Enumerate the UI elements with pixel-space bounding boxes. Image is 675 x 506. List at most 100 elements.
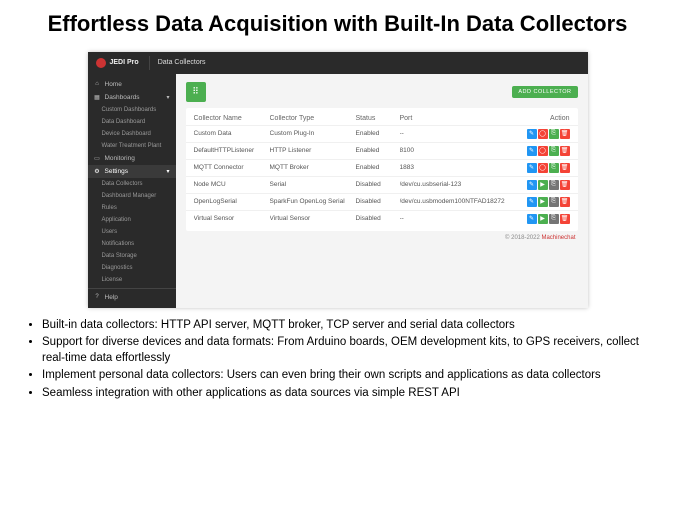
sidebar-item-data-collectors[interactable]: Data Collectors xyxy=(88,178,176,190)
sidebar-item-data-storage[interactable]: Data Storage xyxy=(88,250,176,262)
monitor-icon: ▭ xyxy=(94,155,101,162)
col-type-header: Collector Type xyxy=(270,115,356,122)
link-icon[interactable]: ⎘ xyxy=(549,129,559,139)
edit-icon[interactable]: ✎ xyxy=(527,180,537,190)
link-icon[interactable]: ⎘ xyxy=(549,214,559,224)
sidebar-item-rules[interactable]: Rules xyxy=(88,202,176,214)
help-icon: ? xyxy=(94,294,101,301)
nav-label: Custom Dashboards xyxy=(102,107,157,113)
stop-icon[interactable]: ◯ xyxy=(538,146,548,156)
sidebar-item-dashboards[interactable]: ▦Dashboards▾ xyxy=(88,91,176,104)
table-header: Collector Name Collector Type Status Por… xyxy=(186,112,578,125)
page-title: Data Collectors xyxy=(158,59,206,66)
cell-port: /dev/cu.usbmodem100NTFAD18272 xyxy=(400,198,506,205)
trash-icon[interactable]: 🗑 xyxy=(560,146,570,156)
bullet-item: Built-in data collectors: HTTP API serve… xyxy=(42,318,649,334)
trash-icon[interactable]: 🗑 xyxy=(560,163,570,173)
bullet-item: Support for diverse devices and data for… xyxy=(42,335,649,366)
table-row: OpenLogSerialSparkFun OpenLog SerialDisa… xyxy=(186,193,578,210)
sidebar-item-monitoring[interactable]: ▭ Monitoring xyxy=(88,152,176,165)
col-action-header: Action xyxy=(506,115,570,122)
cell-type: SparkFun OpenLog Serial xyxy=(270,198,356,205)
trash-icon[interactable]: 🗑 xyxy=(560,129,570,139)
nav-label: Device Dashboard xyxy=(102,131,151,137)
col-name-header: Collector Name xyxy=(194,115,270,122)
cell-port: 8100 xyxy=(400,147,506,154)
app-footer: © 2018-2022 Machinechat xyxy=(186,231,578,243)
sidebar-item-home[interactable]: ⌂Home xyxy=(88,78,176,91)
edit-icon[interactable]: ✎ xyxy=(527,129,537,139)
sidebar-item-water-treatment[interactable]: Water Treatment Plant xyxy=(88,140,176,152)
nav-label: Notifications xyxy=(102,241,135,247)
bullet-item: Implement personal data collectors: User… xyxy=(42,368,649,384)
nav-label: Dashboard Manager xyxy=(102,193,157,199)
chevron-down-icon: ▾ xyxy=(166,94,169,101)
gear-icon: ⚙ xyxy=(94,168,101,175)
nav-label: Data Dashboard xyxy=(102,119,146,125)
col-status-header: Status xyxy=(356,115,400,122)
cell-status: Disabled xyxy=(356,198,400,205)
trash-icon[interactable]: 🗑 xyxy=(560,180,570,190)
copyright: © 2018-2022 xyxy=(505,235,541,241)
nav-label: Settings xyxy=(105,168,129,175)
cell-name: Custom Data xyxy=(194,130,270,137)
sidebar-item-device-dashboard[interactable]: Device Dashboard xyxy=(88,128,176,140)
edit-icon[interactable]: ✎ xyxy=(527,214,537,224)
play-icon[interactable]: ▶ xyxy=(538,197,548,207)
sidebar-divider xyxy=(88,288,176,289)
sidebar-item-notifications[interactable]: Notifications xyxy=(88,238,176,250)
dashboard-icon: ▦ xyxy=(94,94,101,101)
content-header: ⠿ ADD COLLECTOR xyxy=(186,82,578,102)
link-icon[interactable]: ⎘ xyxy=(549,146,559,156)
link-icon[interactable]: ⎘ xyxy=(549,180,559,190)
table-row: MQTT ConnectorMQTT BrokerEnabled1883✎◯⎘🗑 xyxy=(186,159,578,176)
col-port-header: Port xyxy=(400,115,506,122)
sidebar-item-data-dashboard[interactable]: Data Dashboard xyxy=(88,116,176,128)
edit-icon[interactable]: ✎ xyxy=(527,197,537,207)
cell-status: Enabled xyxy=(356,164,400,171)
cell-port: /dev/cu.usbserial-123 xyxy=(400,181,506,188)
nav-label: Help xyxy=(105,294,118,301)
collectors-table: Collector Name Collector Type Status Por… xyxy=(186,108,578,231)
chevron-down-icon: ▾ xyxy=(166,168,169,175)
stop-icon[interactable]: ◯ xyxy=(538,163,548,173)
trash-icon[interactable]: 🗑 xyxy=(560,197,570,207)
collectors-icon-button[interactable]: ⠿ xyxy=(186,82,206,102)
nav-label: Monitoring xyxy=(105,155,135,162)
sidebar-item-users[interactable]: Users xyxy=(88,226,176,238)
trash-icon[interactable]: 🗑 xyxy=(560,214,570,224)
cell-name: Node MCU xyxy=(194,181,270,188)
sidebar-item-custom-dashboards[interactable]: Custom Dashboards xyxy=(88,104,176,116)
nav-label: Application xyxy=(102,217,131,223)
cell-type: HTTP Listener xyxy=(270,147,356,154)
nav-label: License xyxy=(102,277,123,283)
play-icon[interactable]: ▶ xyxy=(538,180,548,190)
sidebar-item-diagnostics[interactable]: Diagnostics xyxy=(88,262,176,274)
sidebar-item-settings[interactable]: ⚙ Settings ▾ xyxy=(88,165,176,178)
cell-actions: ✎▶⎘🗑 xyxy=(506,180,570,190)
sidebar: ⌂Home ▦Dashboards▾ Custom Dashboards Dat… xyxy=(88,74,176,308)
cell-actions: ✎◯⎘🗑 xyxy=(506,163,570,173)
link-icon[interactable]: ⎘ xyxy=(549,163,559,173)
logo-icon xyxy=(96,58,106,68)
sidebar-item-application[interactable]: Application xyxy=(88,214,176,226)
play-icon[interactable]: ▶ xyxy=(538,214,548,224)
table-row: Node MCUSerialDisabled/dev/cu.usbserial-… xyxy=(186,176,578,193)
nav-label: Rules xyxy=(102,205,117,211)
vendor-link[interactable]: Machinechat xyxy=(541,235,575,241)
sidebar-item-license[interactable]: License xyxy=(88,274,176,286)
stop-icon[interactable]: ◯ xyxy=(538,129,548,139)
edit-icon[interactable]: ✎ xyxy=(527,146,537,156)
cell-name: OpenLogSerial xyxy=(194,198,270,205)
add-collector-button[interactable]: ADD COLLECTOR xyxy=(512,86,577,98)
nav-label: Home xyxy=(105,81,122,88)
sidebar-item-dashboard-manager[interactable]: Dashboard Manager xyxy=(88,190,176,202)
cell-port: 1883 xyxy=(400,164,506,171)
cell-name: DefaultHTTPListener xyxy=(194,147,270,154)
edit-icon[interactable]: ✎ xyxy=(527,163,537,173)
table-row: Virtual SensorVirtual SensorDisabled--✎▶… xyxy=(186,210,578,227)
cell-status: Enabled xyxy=(356,130,400,137)
sidebar-item-help[interactable]: ? Help xyxy=(88,291,176,304)
link-icon[interactable]: ⎘ xyxy=(549,197,559,207)
nav-label: Water Treatment Plant xyxy=(102,143,162,149)
